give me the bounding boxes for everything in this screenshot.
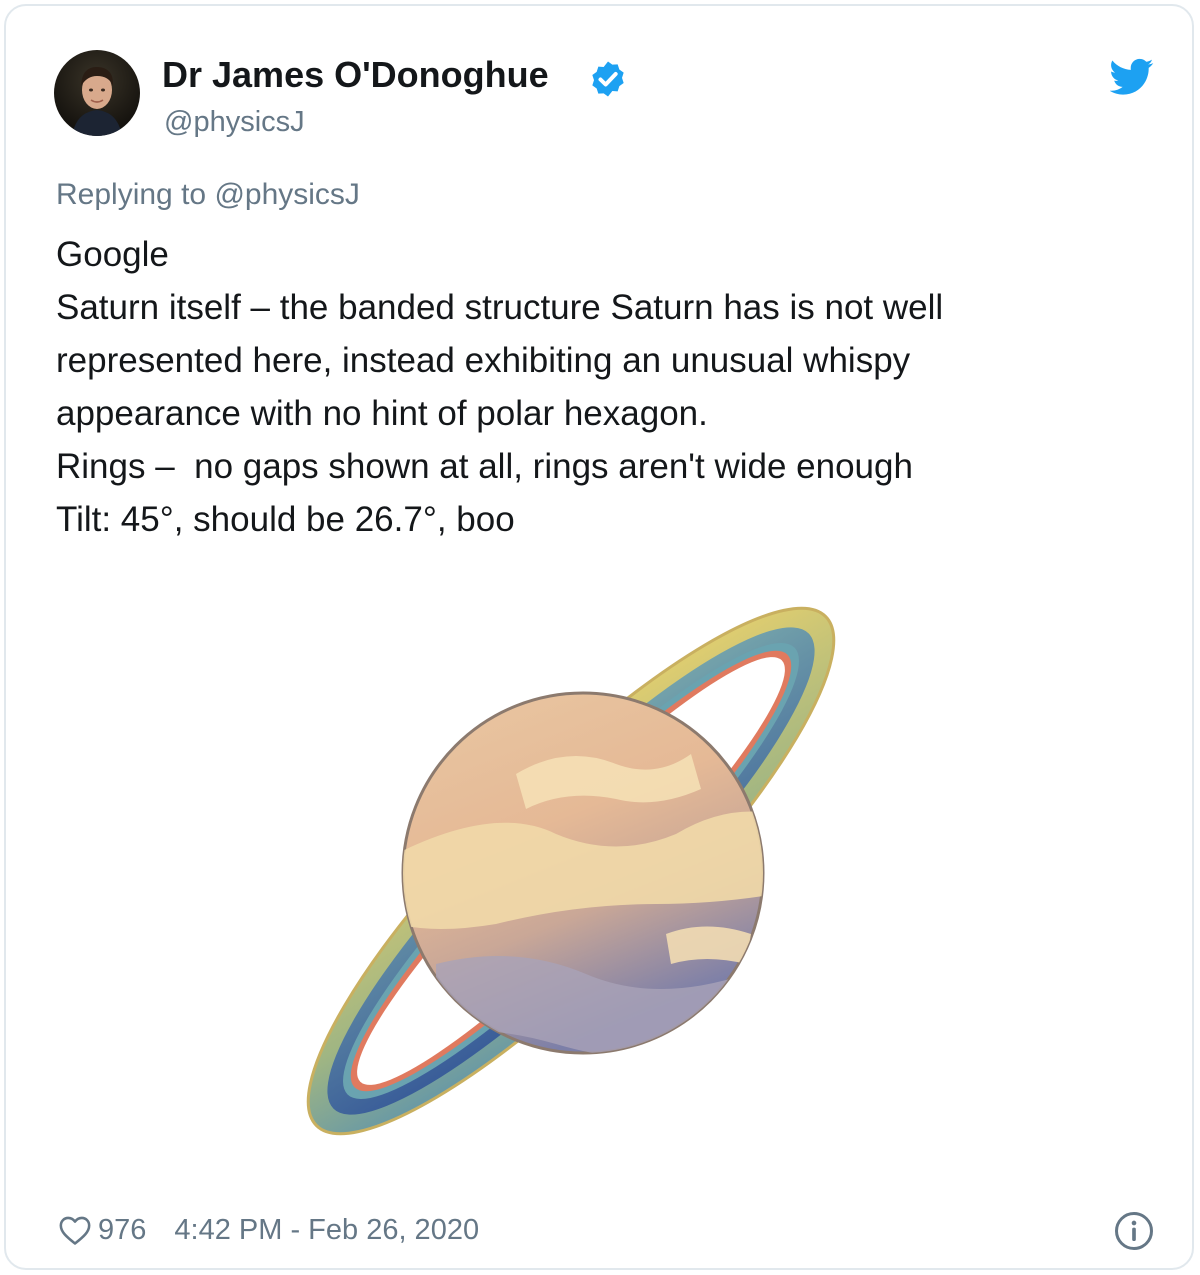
tweet-text: Google Saturn itself – the banded struct… bbox=[56, 228, 1156, 546]
tweet-card: Dr James O'Donoghue @physicsJ Replying t… bbox=[4, 4, 1194, 1270]
tweet-timestamp[interactable]: 4:42 PM - Feb 26, 2020 bbox=[174, 1214, 479, 1247]
saturn-emoji-icon[interactable] bbox=[296, 604, 866, 1144]
heart-icon bbox=[59, 1216, 91, 1245]
verified-badge-icon bbox=[592, 61, 624, 97]
info-icon[interactable] bbox=[1114, 1211, 1154, 1251]
like-count: 976 bbox=[98, 1213, 147, 1246]
tweet-footer: 976 4:42 PM - Feb 26, 2020 bbox=[58, 1208, 479, 1252]
author-handle[interactable]: @physicsJ bbox=[164, 106, 305, 139]
tweet-text-line: Saturn itself – the banded structure Sat… bbox=[56, 288, 944, 327]
twitter-bird-icon[interactable] bbox=[1110, 58, 1154, 96]
tweet-text-line: appearance with no hint of polar hexagon… bbox=[56, 394, 708, 433]
reply-to-mention[interactable]: @physicsJ bbox=[214, 178, 360, 211]
avatar[interactable] bbox=[54, 50, 140, 136]
reply-prefix: Replying to bbox=[56, 178, 207, 211]
tweet-text-line: Tilt: 45°, should be 26.7°, boo bbox=[56, 500, 515, 539]
tweet-text-line: Rings – no gaps shown at all, rings aren… bbox=[56, 447, 913, 486]
tweet-text-line: represented here, instead exhibiting an … bbox=[56, 341, 911, 380]
tweet-text-line: Google bbox=[56, 235, 169, 274]
reply-context: Replying to @physicsJ bbox=[56, 178, 360, 212]
like-button[interactable]: 976 bbox=[58, 1214, 146, 1247]
author-name[interactable]: Dr James O'Donoghue bbox=[162, 54, 549, 96]
